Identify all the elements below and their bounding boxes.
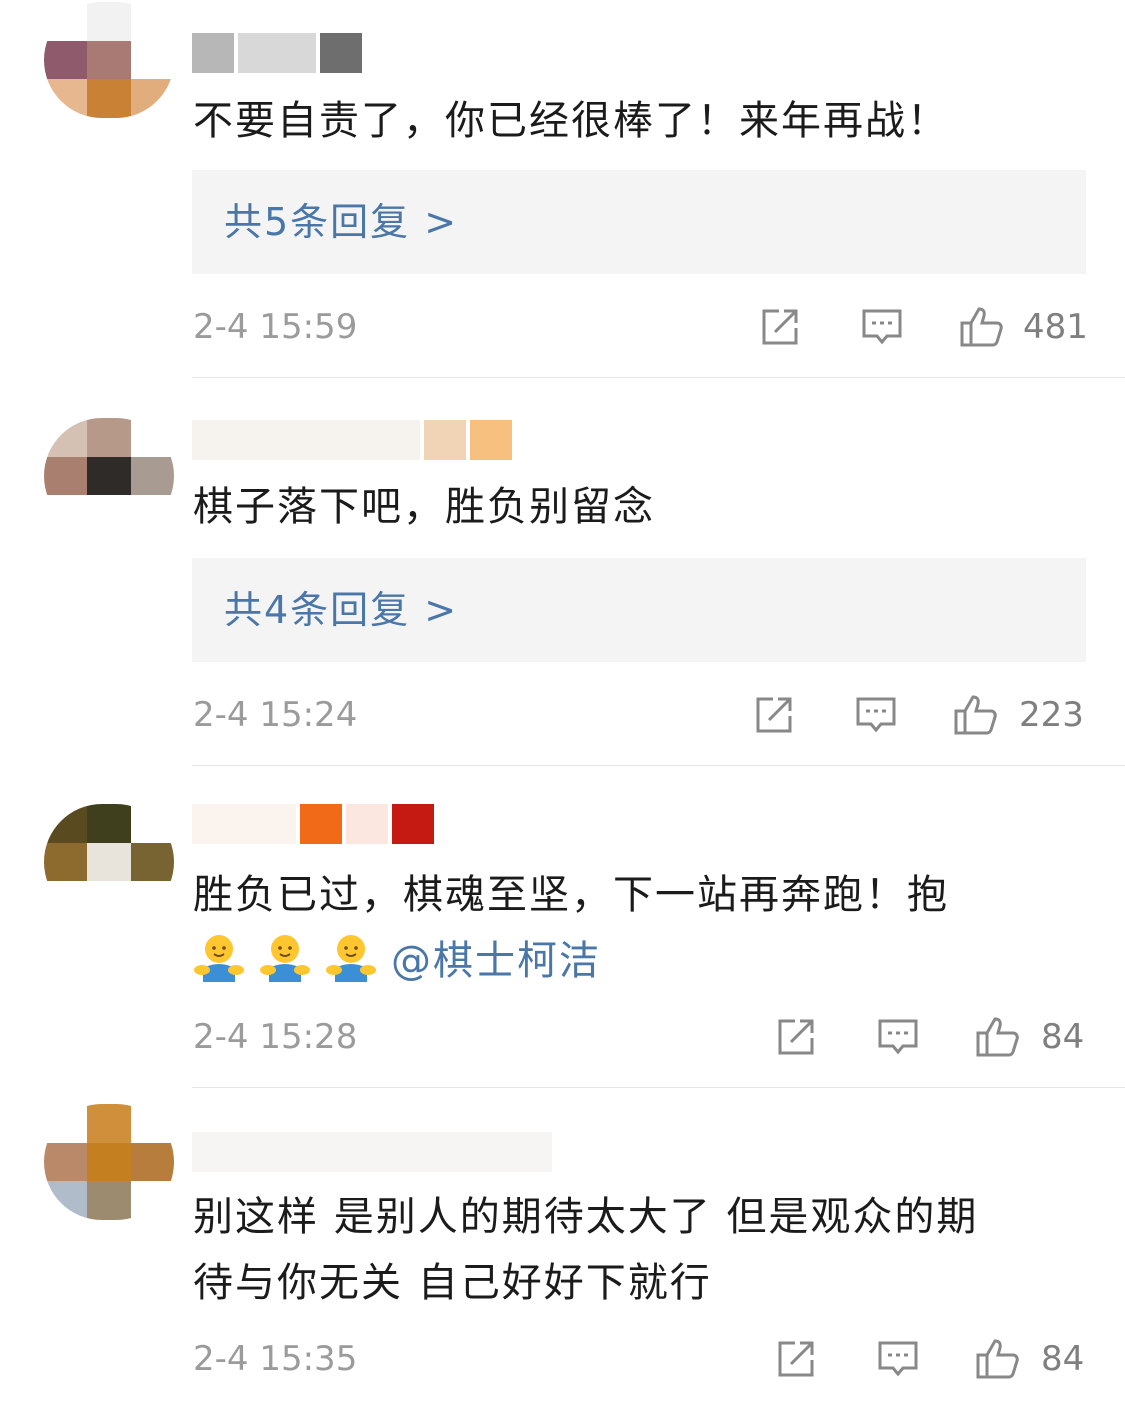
avatar[interactable] bbox=[44, 804, 174, 920]
comment-icon[interactable] bbox=[855, 694, 897, 736]
timestamp: 2-4 15:24 bbox=[193, 695, 358, 735]
timestamp: 2-4 15:35 bbox=[193, 1339, 358, 1379]
username[interactable] bbox=[192, 1130, 552, 1174]
avatar[interactable] bbox=[44, 418, 174, 534]
comment-meta: 2-4 15:28 84 bbox=[193, 1012, 1085, 1062]
comment-item: 胜负已过，棋魂至坚，下一站再奔跑！抱 @棋士柯洁 2-4 15:28 84 bbox=[0, 766, 1125, 1088]
hug-emoji bbox=[193, 932, 245, 984]
comment-icon[interactable] bbox=[877, 1016, 919, 1058]
comment-meta: 2-4 15:35 84 bbox=[193, 1334, 1085, 1384]
username[interactable] bbox=[192, 31, 362, 75]
comment-body-line-2: 待与你无关 自己好好下就行 bbox=[193, 1260, 712, 1306]
share-icon[interactable] bbox=[775, 1016, 817, 1058]
comment-icon[interactable] bbox=[877, 1338, 919, 1380]
view-replies-button[interactable]: 共4条回复 > bbox=[192, 558, 1086, 662]
thumbs-up-icon[interactable] bbox=[959, 306, 1007, 348]
share-icon[interactable] bbox=[753, 694, 795, 736]
thumbs-up-icon[interactable] bbox=[953, 694, 1001, 736]
share-icon[interactable] bbox=[775, 1338, 817, 1380]
comment-icon[interactable] bbox=[861, 306, 903, 348]
replies-label: 共5条回复 > bbox=[224, 200, 459, 244]
comment-text: 胜负已过，棋魂至坚，下一站再奔跑！抱 @棋士柯洁 bbox=[193, 862, 1065, 994]
like-count: 84 bbox=[1041, 1339, 1085, 1379]
comment-item: 别这样 是别人的期待太大了 但是观众的期 待与你无关 自己好好下就行 2-4 1… bbox=[0, 1088, 1125, 1406]
share-icon[interactable] bbox=[759, 306, 801, 348]
comment-body-line-1: 别这样 是别人的期待太大了 但是观众的期 bbox=[193, 1194, 979, 1240]
username[interactable] bbox=[192, 418, 512, 462]
timestamp: 2-4 15:28 bbox=[193, 1017, 358, 1057]
comment-text: 棋子落下吧，胜负别留念 bbox=[193, 484, 655, 530]
comment-meta: 2-4 15:24 223 bbox=[193, 690, 1085, 740]
hug-emoji bbox=[259, 932, 311, 984]
thumbs-up-icon[interactable] bbox=[975, 1016, 1023, 1058]
comment-item: 棋子落下吧，胜负别留念 共4条回复 > 2-4 15:24 223 bbox=[0, 378, 1125, 766]
like-count: 223 bbox=[1019, 695, 1084, 735]
thumbs-up-icon[interactable] bbox=[975, 1338, 1023, 1380]
comment-feed: 不要自责了，你已经很棒了！来年再战！ 共5条回复 > 2-4 15:59 481 bbox=[0, 0, 1125, 1406]
avatar[interactable] bbox=[44, 1104, 174, 1220]
hug-emoji bbox=[325, 932, 377, 984]
username[interactable] bbox=[192, 802, 434, 846]
comment-meta: 2-4 15:59 481 bbox=[193, 302, 1088, 352]
comment-text: 不要自责了，你已经很棒了！来年再战！ bbox=[193, 98, 949, 144]
view-replies-button[interactable]: 共5条回复 > bbox=[192, 170, 1086, 274]
comment-item: 不要自责了，你已经很棒了！来年再战！ 共5条回复 > 2-4 15:59 481 bbox=[0, 0, 1125, 378]
timestamp: 2-4 15:59 bbox=[193, 307, 358, 347]
like-count: 481 bbox=[1023, 307, 1088, 347]
like-count: 84 bbox=[1041, 1017, 1085, 1057]
comment-text: 别这样 是别人的期待太大了 但是观众的期 待与你无关 自己好好下就行 bbox=[193, 1184, 1065, 1316]
avatar[interactable] bbox=[44, 2, 174, 118]
comment-body: 胜负已过，棋魂至坚，下一站再奔跑！抱 bbox=[193, 872, 949, 918]
replies-label: 共4条回复 > bbox=[224, 588, 459, 632]
mention-link[interactable]: @棋士柯洁 bbox=[391, 938, 601, 984]
